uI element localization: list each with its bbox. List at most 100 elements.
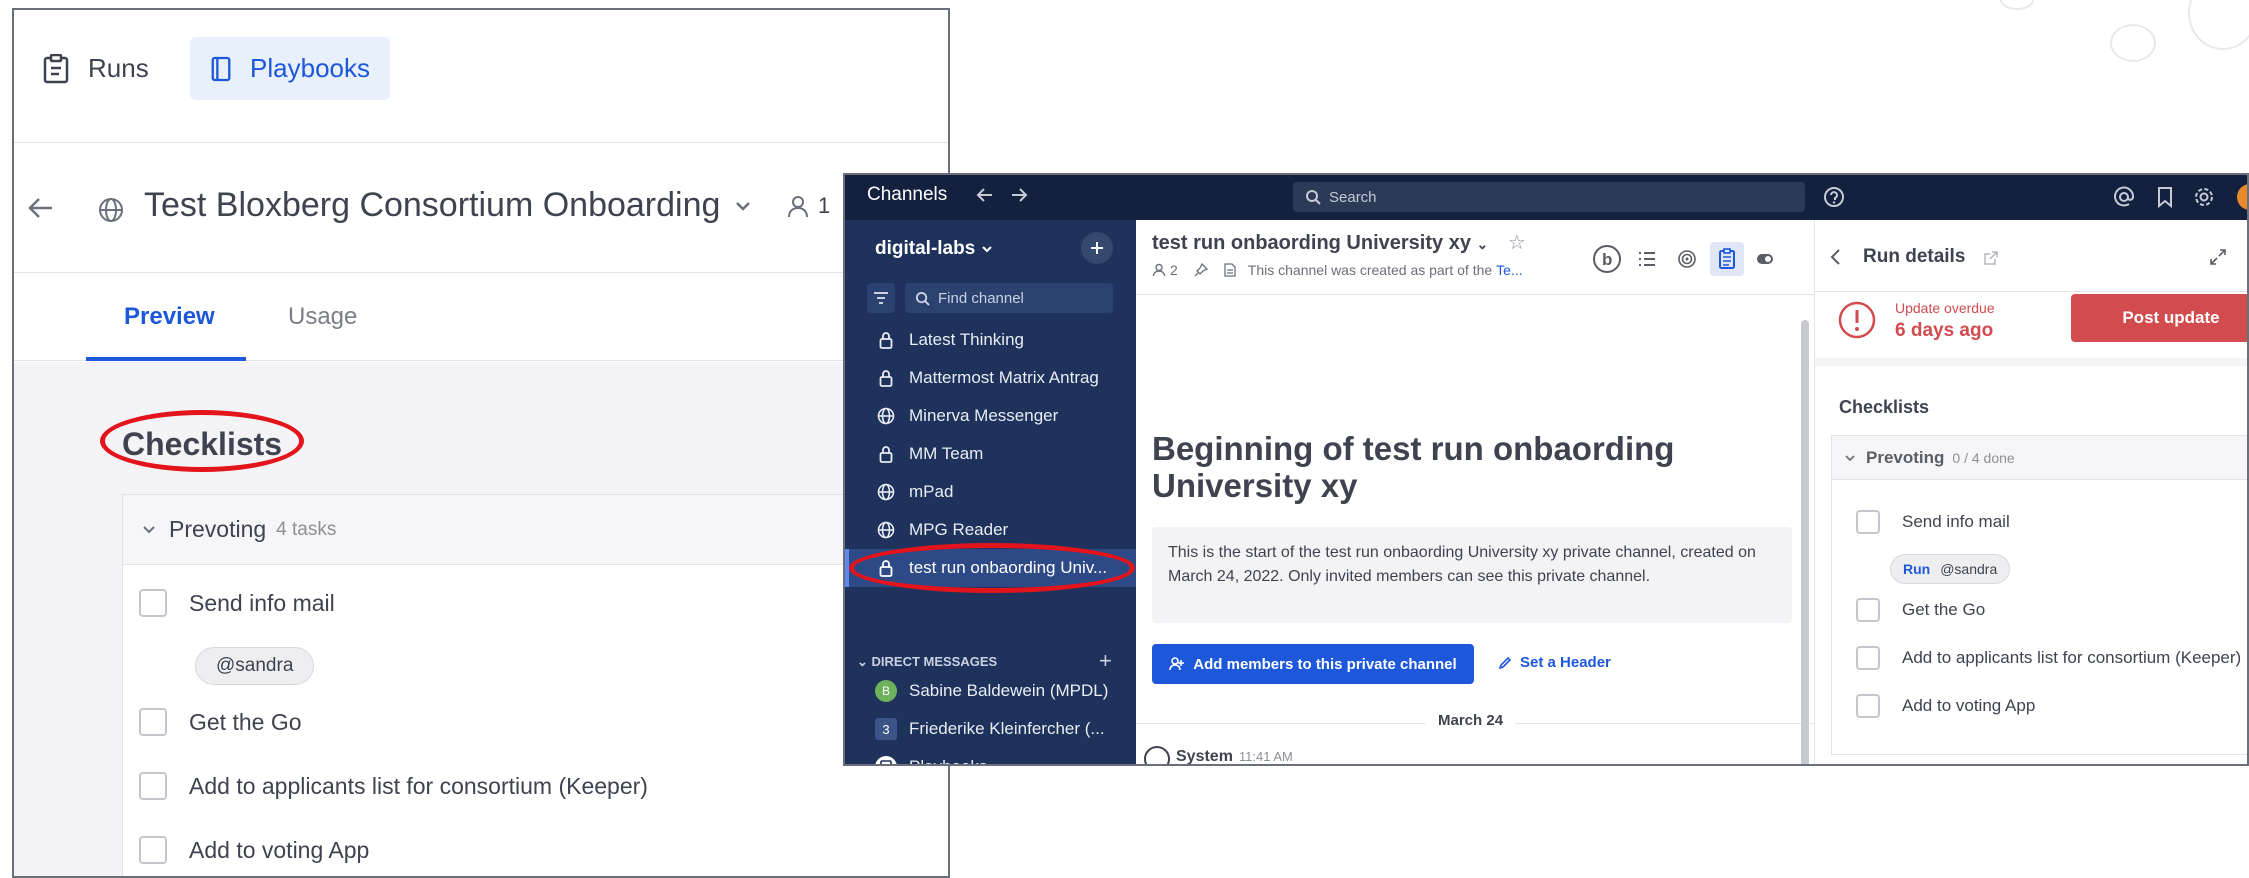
avatar[interactable] [2237, 184, 2247, 210]
group-count-badge: 3 [875, 718, 897, 740]
channel-name: Latest Thinking [909, 330, 1024, 349]
filter-button[interactable] [867, 283, 895, 313]
checklist-item: Get the Go [1856, 598, 1985, 622]
sidebar-channel[interactable]: Mattermost Matrix Antrag [845, 359, 1136, 397]
nav-runs[interactable]: Runs [28, 37, 163, 100]
item-checkbox[interactable] [139, 836, 167, 864]
item-checkbox[interactable] [139, 772, 167, 800]
channel-intro-title: Beginning of test run onbaording Univers… [1152, 430, 1675, 504]
assignee-chip[interactable]: Run @sandra [1890, 554, 2011, 584]
channel-header-info: 2 This channel was created as part of th… [1152, 262, 1523, 278]
filter-icon [874, 292, 888, 304]
direct-message-item[interactable]: 3 Friederike Kleinfercher (... [845, 710, 1136, 748]
help-icon[interactable] [1823, 186, 1845, 208]
chevron-down-icon [981, 246, 992, 253]
team-menu[interactable]: digital-labs [875, 238, 993, 260]
item-checkbox[interactable] [1856, 510, 1880, 534]
channel-header: test run onbaording University xy ⌄ ☆ 2 … [1136, 220, 1814, 295]
post-update-button[interactable]: Post update [2071, 294, 2247, 342]
members-count-label: 1 [818, 193, 831, 218]
nav-playbooks-label: Playbooks [250, 53, 370, 83]
scrollbar[interactable] [1801, 320, 1809, 764]
search-icon [1306, 190, 1321, 205]
direct-messages-header[interactable]: ⌄ DIRECT MESSAGES [857, 654, 997, 670]
direct-message-item[interactable]: B Sabine Baldewein (MPDL) [845, 672, 1136, 710]
item-label: Add to applicants list for consortium (K… [189, 772, 648, 799]
checklist-header[interactable]: Prevoting 4 tasks [123, 495, 948, 565]
checklist-item: Send info mail [1856, 510, 2010, 534]
item-checkbox[interactable] [1856, 598, 1880, 622]
back-arrow-icon[interactable] [975, 185, 995, 205]
highlight-ellipse [100, 410, 304, 472]
dm-name: Sabine Baldewein (MPDL) [909, 681, 1109, 700]
item-label: Add to voting App [1902, 696, 2036, 715]
tab-preview[interactable]: Preview [124, 303, 215, 331]
search-input[interactable]: Search [1293, 182, 1805, 212]
direct-message-item[interactable]: Playbooks [845, 748, 1136, 764]
add-direct-message-button[interactable]: + [1099, 648, 1112, 674]
item-checkbox[interactable] [1856, 694, 1880, 718]
search-placeholder: Search [1329, 188, 1377, 206]
channel-name: MPG Reader [909, 520, 1009, 539]
globe-icon [875, 407, 897, 425]
mentions-icon[interactable] [2113, 186, 2135, 208]
item-checkbox[interactable] [139, 708, 167, 736]
checklist-item: Add to applicants list for consortium (K… [1856, 646, 2241, 670]
chevron-down-icon[interactable] [734, 199, 752, 213]
channel-description-link[interactable]: Te... [1496, 262, 1522, 278]
item-checkbox[interactable] [139, 589, 167, 617]
pencil-icon [1498, 656, 1512, 669]
channel-title[interactable]: test run onbaording University xy ⌄ ☆ [1152, 230, 1526, 255]
find-channel-button[interactable]: Find channel [905, 283, 1113, 313]
assignee-chip[interactable]: @sandra [195, 647, 315, 685]
external-link-icon[interactable] [1983, 250, 1999, 266]
sidebar-channel[interactable]: Latest Thinking [845, 321, 1136, 359]
checklist-header[interactable]: Prevoting 0 / 4 done [1832, 436, 2247, 480]
list-icon[interactable] [1630, 242, 1664, 276]
user-icon[interactable] [1152, 263, 1166, 277]
playbook-run-icon[interactable] [1710, 242, 1744, 276]
update-status: Update overdue 6 days ago Post update [1815, 292, 2247, 358]
pin-icon[interactable] [1194, 263, 1208, 277]
members-count[interactable]: 1 [786, 193, 830, 219]
item-label: Add to voting App [189, 836, 370, 863]
tab-usage[interactable]: Usage [288, 303, 357, 331]
checklist-item: Add to voting App [1856, 694, 2035, 718]
sidebar-channel[interactable]: Minerva Messenger [845, 397, 1136, 435]
sidebar-channel[interactable]: MM Team [845, 435, 1136, 473]
checklist-name: Prevoting [1866, 447, 1945, 467]
gear-icon[interactable] [2193, 186, 2215, 208]
chevron-left-icon[interactable] [1829, 248, 1843, 266]
member-count[interactable]: 2 [1170, 262, 1178, 278]
set-header-button[interactable]: Set a Header [1498, 654, 1611, 671]
add-members-button[interactable]: Add members to this private channel [1152, 644, 1474, 684]
channel-sidebar: digital-labs Find channel Latest Thinkin… [845, 220, 1136, 764]
saved-messages-icon[interactable] [2155, 186, 2175, 208]
product-switcher[interactable]: Channels [867, 184, 947, 206]
run-details-panel: Run details Update overdue 6 days ago Po… [1814, 220, 2247, 764]
item-checkbox[interactable] [1856, 646, 1880, 670]
checklist-item: Send info mail [139, 589, 335, 617]
star-icon[interactable]: ☆ [1508, 232, 1526, 254]
target-icon[interactable] [1670, 242, 1704, 276]
highlight-ellipse [849, 543, 1135, 593]
item-label: Send info mail [1902, 512, 2010, 531]
item-label: Get the Go [1902, 600, 1986, 619]
expand-icon[interactable] [2209, 248, 2227, 266]
nav-playbooks[interactable]: Playbooks [190, 37, 390, 100]
file-icon[interactable] [1224, 263, 1236, 277]
alert-icon [1838, 301, 1876, 339]
set-header-label: Set a Header [1520, 654, 1611, 671]
nav-runs-label: Runs [88, 53, 149, 83]
forward-arrow-icon[interactable] [1009, 185, 1029, 205]
plus-icon [1091, 242, 1103, 254]
add-button[interactable] [1081, 232, 1113, 264]
bloxberg-app-icon[interactable]: b [1590, 242, 1624, 276]
sidebar-channel[interactable]: mPad [845, 473, 1136, 511]
back-arrow-icon[interactable] [26, 193, 56, 223]
chevron-down-icon: ⌄ [857, 654, 872, 669]
channel-description: This channel was created as part of the [1247, 262, 1493, 278]
chevron-down-icon: ⌄ [1476, 236, 1489, 252]
toggle-icon[interactable] [1748, 242, 1782, 276]
checklist-item: Get the Go [139, 708, 302, 736]
